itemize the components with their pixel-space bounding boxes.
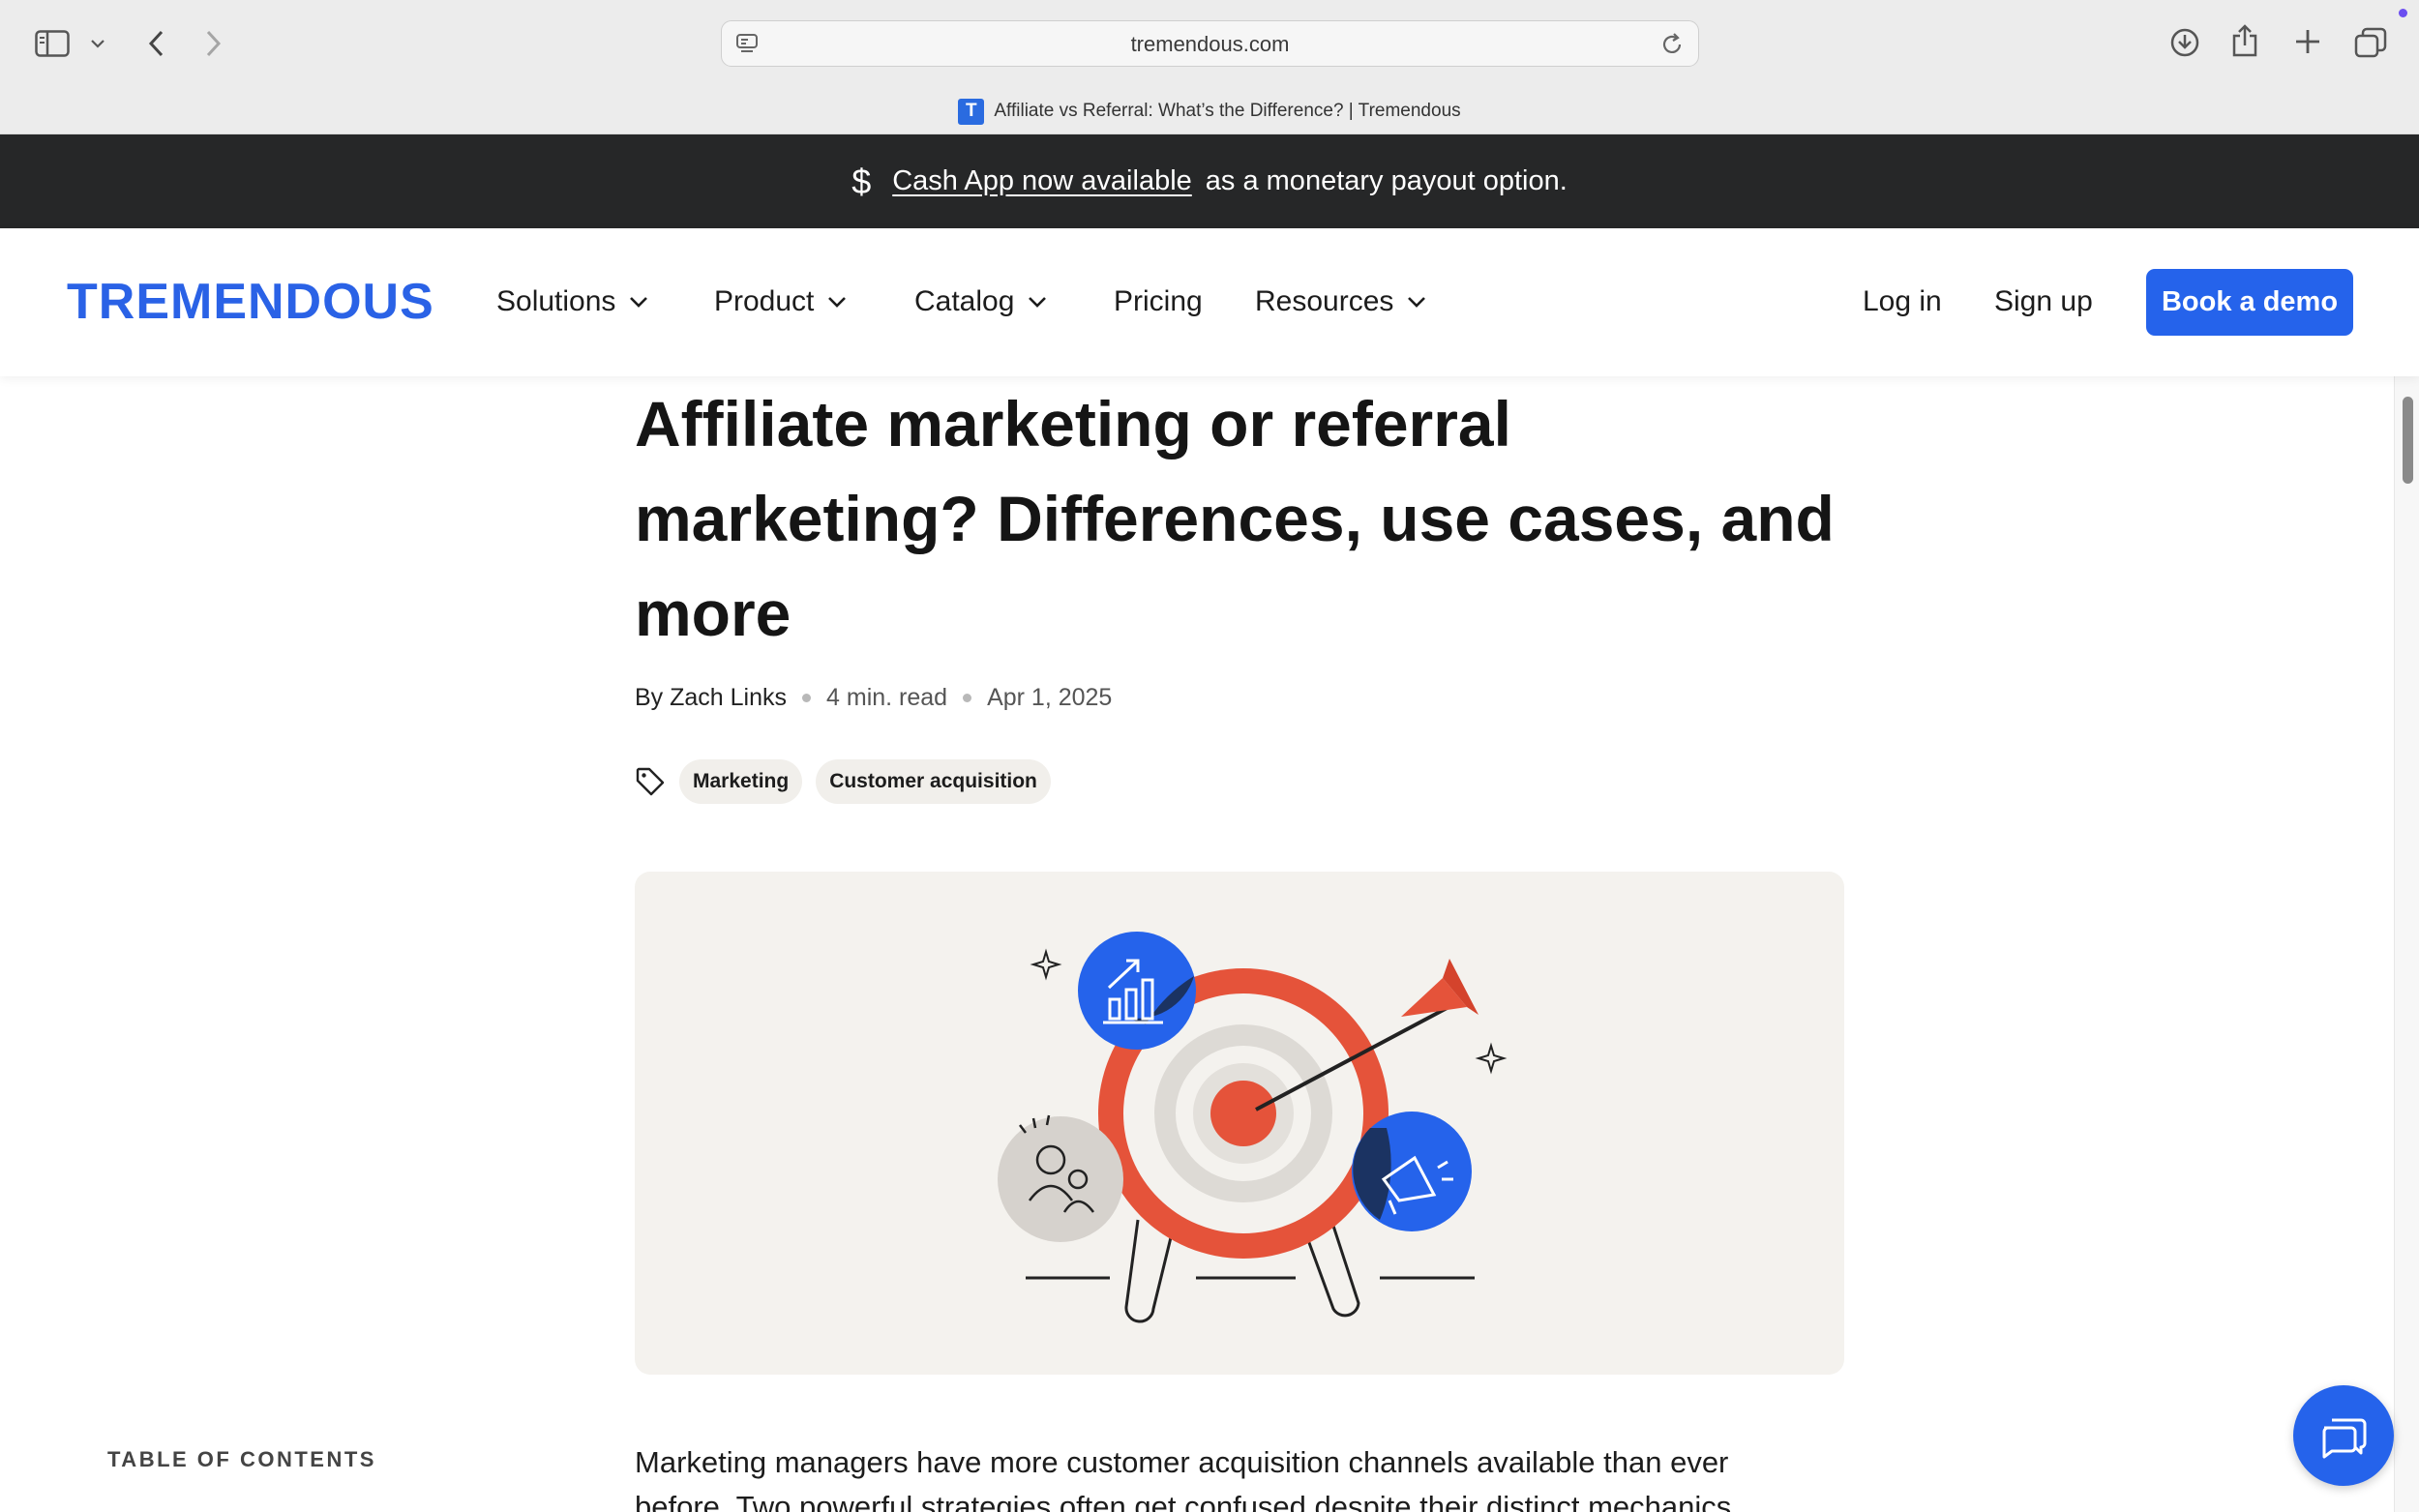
intro-line: before. Two powerful strategies often ge… <box>635 1490 1732 1512</box>
announcement-banner: $ Cash App now available as a monetary p… <box>0 134 2419 228</box>
nav-catalog-label: Catalog <box>914 285 1015 317</box>
back-icon[interactable] <box>141 27 170 60</box>
toc-heading: TABLE OF CONTENTS <box>107 1447 376 1471</box>
scrollbar-thumb[interactable] <box>2403 397 2413 484</box>
nav-pricing-label: Pricing <box>1114 285 1203 317</box>
url-text: tremendous.com <box>1130 32 1290 56</box>
address-bar[interactable]: tremendous.com <box>721 20 1699 67</box>
nav-resources-label: Resources <box>1255 285 1394 317</box>
chevron-down-icon[interactable] <box>87 35 108 52</box>
dollar-icon: $ <box>851 161 872 201</box>
publish-date: Apr 1, 2025 <box>987 684 1113 711</box>
chevron-down-icon <box>630 297 648 308</box>
active-tab[interactable]: T Affiliate vs Referral: What’s the Diff… <box>0 97 2419 126</box>
tag-customer-acquisition[interactable]: Customer acquisition <box>816 759 1051 804</box>
new-tab-icon[interactable] <box>2291 25 2324 58</box>
nav-resources[interactable]: Resources <box>1255 281 1426 323</box>
article-content: Affiliate marketing or referral marketin… <box>0 376 2419 1512</box>
cash-app-link[interactable]: Cash App now available <box>892 165 1192 197</box>
browser-toolbar: tremendous.com T Affiliate vs Referral: … <box>0 0 2419 134</box>
intro-line: Marketing managers have more customer ac… <box>635 1445 1729 1479</box>
nav-product-label: Product <box>714 285 815 317</box>
chevron-down-icon <box>1408 297 1426 308</box>
book-demo-button[interactable]: Book a demo <box>2146 269 2353 336</box>
favicon-icon: T <box>958 98 985 125</box>
nav-pricing[interactable]: Pricing <box>1114 281 1203 323</box>
reload-icon[interactable] <box>1659 32 1685 57</box>
target-illustration <box>998 932 1508 1323</box>
chat-icon <box>2322 1418 2367 1459</box>
tag-marketing[interactable]: Marketing <box>679 759 803 804</box>
notification-dot <box>2399 9 2407 17</box>
sidebar-icon[interactable] <box>33 27 72 60</box>
chat-button[interactable] <box>2293 1385 2394 1486</box>
nav-product[interactable]: Product <box>714 281 847 323</box>
chevron-down-icon <box>1029 297 1047 308</box>
article-tags: Marketing Customer acquisition <box>635 759 1051 804</box>
author-name[interactable]: By Zach Links <box>635 684 787 712</box>
login-link[interactable]: Log in <box>1863 281 1942 323</box>
page-scrollbar[interactable] <box>2394 376 2419 1512</box>
nav-solutions-label: Solutions <box>496 285 616 317</box>
tag-icon <box>636 767 665 796</box>
nav-catalog[interactable]: Catalog <box>914 281 1047 323</box>
tab-title: Affiliate vs Referral: What’s the Differ… <box>994 101 1461 121</box>
article-title: Affiliate marketing or referral marketin… <box>635 376 1893 661</box>
article-title-line: more <box>635 578 791 649</box>
forward-icon[interactable] <box>199 27 228 60</box>
separator-dot <box>963 694 972 702</box>
signup-link[interactable]: Sign up <box>1994 281 2093 323</box>
downloads-icon[interactable] <box>2167 25 2202 60</box>
hero-illustration <box>635 872 1844 1375</box>
site-header: TREMENDOUS Solutions Product Catalog Pri… <box>0 228 2419 376</box>
separator-dot <box>802 694 812 702</box>
tab-overview-icon[interactable] <box>2353 25 2388 60</box>
nav-solutions[interactable]: Solutions <box>496 281 648 323</box>
banner-text: as a monetary payout option. <box>1205 165 1568 196</box>
article-byline: By Zach Links 4 min. read Apr 1, 2025 <box>635 684 1112 712</box>
read-time: 4 min. read <box>826 684 948 711</box>
share-icon[interactable] <box>2227 21 2262 60</box>
article-intro: Marketing managers have more customer ac… <box>635 1440 1844 1512</box>
article-title-line: marketing? Differences, use cases, and <box>635 483 1835 554</box>
chevron-down-icon <box>828 297 847 308</box>
article-title-line: Affiliate marketing or referral <box>635 388 1511 460</box>
tremendous-logo[interactable]: TREMENDOUS <box>67 273 434 331</box>
